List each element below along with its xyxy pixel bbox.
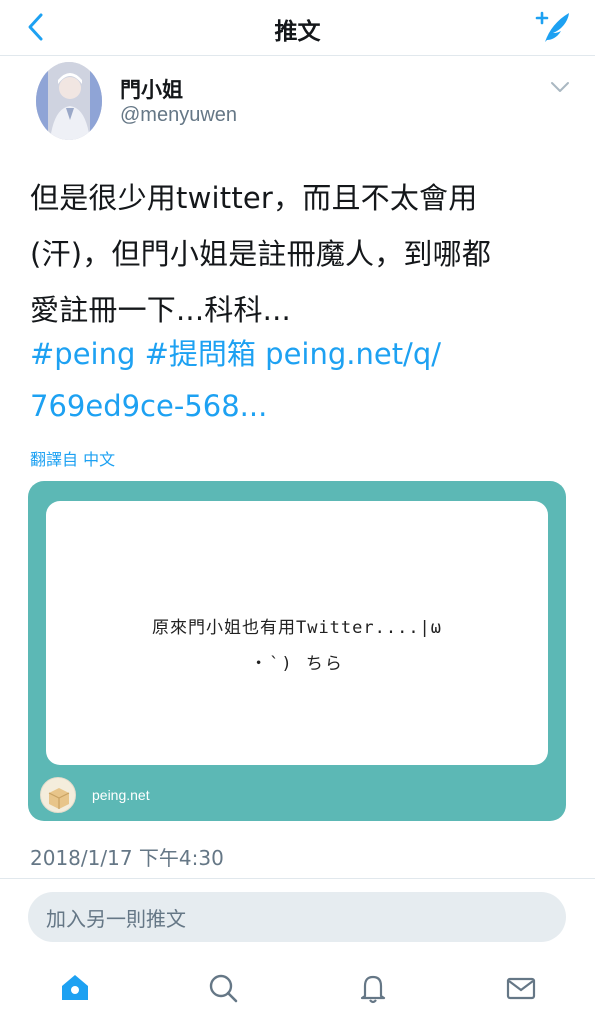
tab-home[interactable]	[58, 971, 92, 1005]
url-link-continued[interactable]: 769ed9ce-568...	[30, 389, 267, 423]
chevron-down-icon	[551, 82, 569, 92]
card-question-box: 原來門小姐也有用Twitter....|ω ・`) ちら	[46, 501, 548, 765]
url-link[interactable]: peing.net/q/	[265, 337, 441, 371]
hashtag-peing[interactable]: #peing	[30, 337, 135, 371]
top-navigation-bar: 推文	[0, 0, 595, 56]
peing-logo-icon	[40, 777, 76, 813]
messages-icon	[506, 977, 536, 1000]
card-domain: peing.net	[92, 787, 150, 803]
avatar[interactable]	[36, 62, 102, 140]
card-question-line: 原來門小姐也有用Twitter....|ω	[151, 618, 443, 638]
author-handle[interactable]: @menyuwen	[120, 104, 237, 127]
tweet-options-button[interactable]	[549, 78, 571, 96]
tab-messages[interactable]	[504, 971, 538, 1005]
tweet-timestamp: 2018/1/17 下午4:30	[30, 846, 224, 870]
notifications-icon	[360, 975, 386, 1004]
tweet-text-line: (汗)，但門小姐是註冊魔人，到哪都	[30, 237, 492, 271]
reply-input[interactable]: 加入另一則推文	[28, 892, 566, 942]
card-question-line: ・`) ちら	[250, 654, 344, 674]
tweet-text-line: 但是很少用twitter，而且不太會用	[30, 181, 478, 215]
avatar-image	[36, 62, 102, 140]
tweet-links: #peing #提問箱 peing.net/q/ 769ed9ce-568...	[30, 328, 570, 432]
tab-notifications[interactable]	[356, 971, 390, 1005]
page-title: 推文	[274, 19, 321, 45]
translated-from-label[interactable]: 翻譯自 中文	[30, 446, 115, 470]
tab-search[interactable]	[206, 971, 240, 1005]
link-preview-card[interactable]: 原來門小姐也有用Twitter....|ω ・`) ちら peing.net	[28, 481, 566, 821]
tweet-text: 但是很少用twitter，而且不太會用 (汗)，但門小姐是註冊魔人，到哪都 愛註…	[30, 170, 570, 338]
search-icon	[209, 974, 238, 1003]
home-icon	[62, 975, 88, 1000]
compose-tweet-button[interactable]	[533, 8, 573, 46]
compose-tweet-icon	[535, 11, 569, 42]
divider	[0, 878, 595, 879]
author-name[interactable]: 門小姐	[120, 74, 183, 104]
hashtag-question-box[interactable]: #提問箱	[145, 337, 256, 371]
bottom-tab-bar	[0, 955, 595, 1024]
